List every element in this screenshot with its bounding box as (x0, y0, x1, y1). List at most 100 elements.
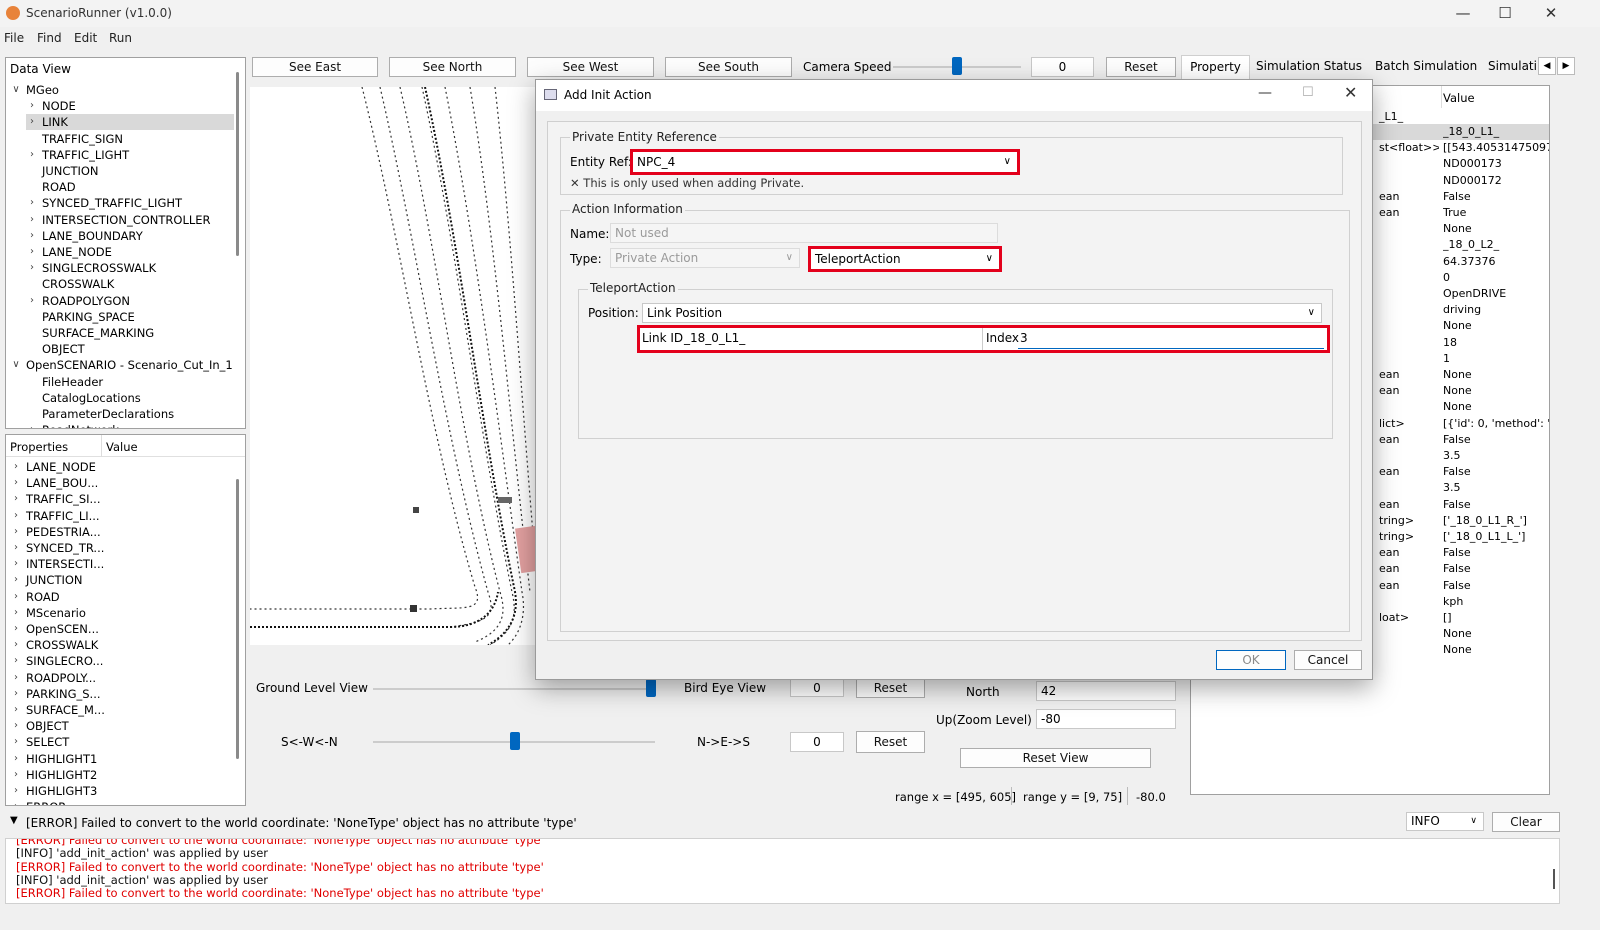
property-value[interactable]: [] (1443, 610, 1549, 626)
property-value[interactable]: 3.5 (1443, 448, 1549, 464)
expand-arrow-icon[interactable]: › (10, 751, 22, 767)
camera-reset-button[interactable]: Reset (1106, 57, 1176, 77)
expand-arrow-icon[interactable]: ∨ (10, 357, 22, 373)
log-clear-button[interactable]: Clear (1492, 812, 1560, 832)
expand-arrow-icon[interactable]: › (10, 540, 22, 556)
expand-arrow-icon[interactable]: › (10, 637, 22, 653)
tab-batch-simulation[interactable]: Batch Simulation (1375, 59, 1477, 73)
property-value[interactable]: kph (1443, 594, 1549, 610)
map-canvas[interactable] (250, 87, 540, 645)
property-value[interactable]: OpenDRIVE (1443, 286, 1549, 302)
see-west-button[interactable]: See West (527, 57, 654, 77)
expand-arrow-icon[interactable]: › (10, 556, 22, 572)
camera-speed-input[interactable]: 0 (1031, 57, 1094, 77)
minimize-icon[interactable]: — (1440, 0, 1486, 27)
expand-arrow-icon[interactable]: › (26, 422, 38, 428)
expand-arrow-icon[interactable]: › (26, 244, 38, 260)
dialog-minimize-icon[interactable]: — (1258, 85, 1272, 101)
tab-simulation-more[interactable]: Simulati (1488, 59, 1537, 73)
tab-property[interactable]: Property (1181, 55, 1250, 79)
rotation-slider-handle[interactable] (510, 732, 520, 750)
log-level-select[interactable]: INFO ∨ (1406, 812, 1484, 831)
expand-arrow-icon[interactable]: › (26, 195, 38, 211)
property-value[interactable]: None (1443, 221, 1549, 237)
property-value[interactable]: _18_0_L2_ (1443, 237, 1549, 253)
maximize-icon[interactable]: ☐ (1482, 0, 1528, 27)
tab-scroll-right-icon[interactable]: ▶ (1557, 57, 1575, 75)
see-south-button[interactable]: See South (665, 57, 792, 77)
bird-eye-input[interactable]: 0 (790, 679, 844, 697)
position-select[interactable]: Link Position ∨ (642, 303, 1322, 323)
expand-arrow-icon[interactable]: › (10, 702, 22, 718)
expand-arrow-icon[interactable]: › (10, 475, 22, 491)
log-collapse-icon[interactable]: ▼ (10, 815, 18, 826)
expand-arrow-icon[interactable]: › (10, 767, 22, 783)
reset-view-button[interactable]: Reset View (960, 748, 1151, 768)
property-value[interactable]: None (1443, 383, 1549, 399)
pitch-reset-button[interactable]: Reset (856, 678, 925, 698)
index-input[interactable]: 3 (1018, 329, 1324, 349)
pitch-slider-handle[interactable] (646, 679, 656, 697)
expand-arrow-icon[interactable]: › (10, 783, 22, 799)
property-value[interactable]: True (1443, 205, 1549, 221)
entity-ref-select[interactable]: NPC_4 ∨ (630, 149, 1020, 175)
property-value[interactable]: driving (1443, 302, 1549, 318)
property-value[interactable]: False (1443, 464, 1549, 480)
dialog-close-icon[interactable]: ✕ (1344, 83, 1357, 102)
expand-arrow-icon[interactable]: › (10, 621, 22, 637)
property-value[interactable]: 0 (1443, 270, 1549, 286)
expand-arrow-icon[interactable]: › (10, 605, 22, 621)
expand-arrow-icon[interactable]: › (26, 114, 38, 130)
property-value[interactable]: ['_18_0_L1_L_'] (1443, 529, 1549, 545)
expand-arrow-icon[interactable]: › (26, 293, 38, 309)
property-value[interactable]: None (1443, 642, 1549, 658)
see-east-button[interactable]: See East (252, 57, 378, 77)
see-north-button[interactable]: See North (389, 57, 516, 77)
rotation-input[interactable]: 0 (790, 732, 844, 752)
property-value[interactable]: False (1443, 189, 1549, 205)
expand-arrow-icon[interactable]: › (26, 147, 38, 163)
property-value[interactable]: ND000172 (1443, 173, 1549, 189)
property-value[interactable]: None (1443, 367, 1549, 383)
expand-arrow-icon[interactable]: ∨ (10, 82, 22, 98)
expand-arrow-icon[interactable]: › (10, 799, 22, 805)
expand-arrow-icon[interactable]: › (10, 589, 22, 605)
expand-arrow-icon[interactable]: › (10, 459, 22, 475)
name-input[interactable]: Not used (610, 223, 998, 243)
tree-item[interactable]: › LINK (26, 114, 234, 131)
north-input[interactable]: 42 (1036, 681, 1176, 701)
data-view-scrollbar[interactable] (236, 72, 239, 256)
expand-arrow-icon[interactable]: › (10, 491, 22, 507)
property-value[interactable]: False (1443, 432, 1549, 448)
expand-arrow-icon[interactable]: › (10, 653, 22, 669)
close-icon[interactable]: ✕ (1528, 0, 1574, 27)
expand-arrow-icon[interactable]: › (10, 572, 22, 588)
cancel-button[interactable]: Cancel (1294, 650, 1362, 670)
property-value[interactable]: False (1443, 545, 1549, 561)
tab-simulation-status[interactable]: Simulation Status (1256, 59, 1362, 73)
expand-arrow-icon[interactable]: › (26, 212, 38, 228)
property-value[interactable]: None (1443, 318, 1549, 334)
property-value[interactable]: ['_18_0_L1_R_'] (1443, 513, 1549, 529)
type-select[interactable]: Private Action ∨ (610, 248, 800, 268)
expand-arrow-icon[interactable]: › (26, 98, 38, 114)
expand-arrow-icon[interactable]: › (10, 670, 22, 686)
expand-arrow-icon[interactable]: › (10, 718, 22, 734)
link-id-input[interactable]: _18_0_L1_ (684, 331, 745, 345)
menu-run[interactable]: Run (109, 31, 132, 45)
property-value[interactable]: False (1443, 578, 1549, 594)
rotation-reset-button[interactable]: Reset (856, 731, 925, 753)
property-value[interactable]: [[543.40531475097... (1443, 140, 1549, 156)
expand-arrow-icon[interactable]: › (10, 686, 22, 702)
ok-button[interactable]: OK (1216, 650, 1286, 670)
property-value[interactable]: ND000173 (1443, 156, 1549, 172)
expand-arrow-icon[interactable]: › (26, 260, 38, 276)
property-value[interactable]: False (1443, 497, 1549, 513)
property-value[interactable]: None (1443, 626, 1549, 642)
property-value[interactable]: [{'id': 0, 'method': '... (1443, 416, 1549, 432)
menu-file[interactable]: File (4, 31, 24, 45)
menu-edit[interactable]: Edit (74, 31, 97, 45)
property-value[interactable]: 18 (1443, 335, 1549, 351)
expand-arrow-icon[interactable]: › (10, 524, 22, 540)
property-value[interactable]: 3.5 (1443, 480, 1549, 496)
